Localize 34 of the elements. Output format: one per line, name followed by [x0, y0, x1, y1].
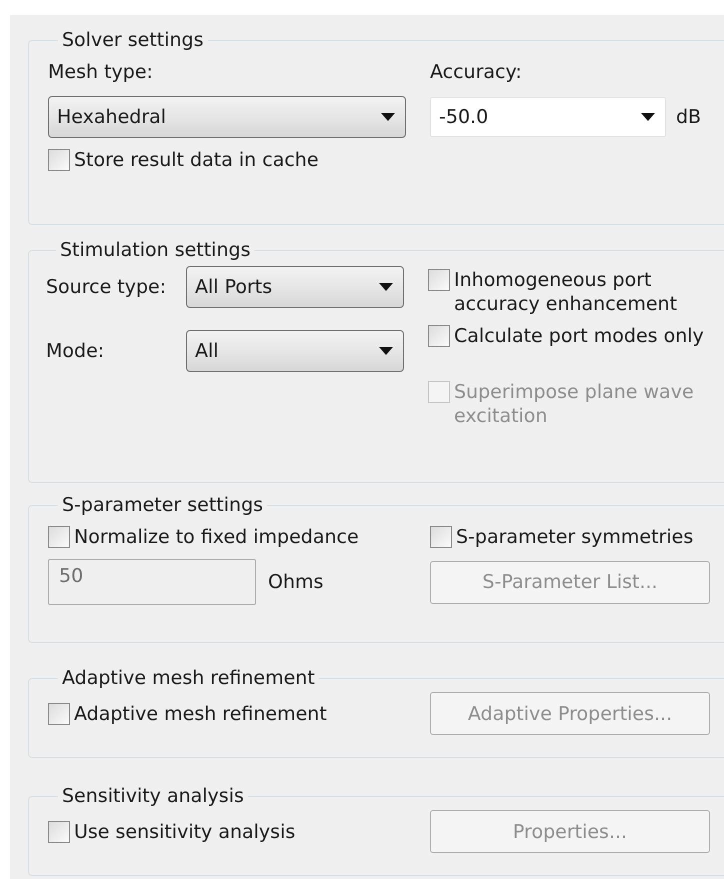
caret-icon [379, 283, 393, 291]
checkbox-label: Calculate port modes only [454, 324, 704, 348]
checkbox-label: Store result data in cache [74, 148, 319, 172]
checkbox-label: Use sensitivity analysis [74, 820, 296, 844]
checkbox[interactable] [48, 526, 70, 548]
checkbox[interactable] [428, 269, 450, 291]
checkbox[interactable] [430, 526, 452, 548]
group-title: Solver settings [61, 30, 205, 50]
group-title: Sensitivity analysis [61, 786, 245, 806]
checkbox-label: Inhomogeneous port accuracy enhancement [454, 268, 678, 316]
group-title: Adaptive mesh refinement [61, 668, 316, 688]
checkbox[interactable] [48, 820, 70, 842]
checkbox-label: Adaptive mesh refinement [74, 702, 327, 726]
source-type-dropdown[interactable]: All Ports [186, 266, 404, 308]
accuracy-combobox[interactable]: -50.0 [430, 97, 666, 137]
checkbox-label: Superimpose plane wave excitation [454, 380, 695, 428]
group-title: Stimulation settings [59, 240, 252, 260]
checkbox[interactable] [428, 325, 450, 347]
field-label: Source type: [46, 275, 168, 299]
group-title: S-parameter settings [61, 495, 264, 515]
caret-icon [381, 113, 395, 121]
checkbox[interactable] [48, 149, 70, 171]
field-label: Mesh type: [48, 60, 154, 84]
field-label: Mode: [46, 339, 106, 363]
mode-dropdown[interactable]: All [186, 330, 404, 372]
unit-label: dB [676, 105, 702, 129]
mesh-type-dropdown[interactable]: Hexahedral [48, 96, 406, 138]
caret-icon [641, 113, 655, 121]
unit-label: Ohms [268, 570, 324, 594]
caret-icon [379, 347, 393, 355]
checkbox-label: S-parameter symmetries [456, 525, 694, 549]
checkbox-label: Normalize to fixed impedance [74, 525, 359, 549]
checkbox[interactable] [48, 702, 70, 724]
field-label: Accuracy: [430, 60, 523, 84]
